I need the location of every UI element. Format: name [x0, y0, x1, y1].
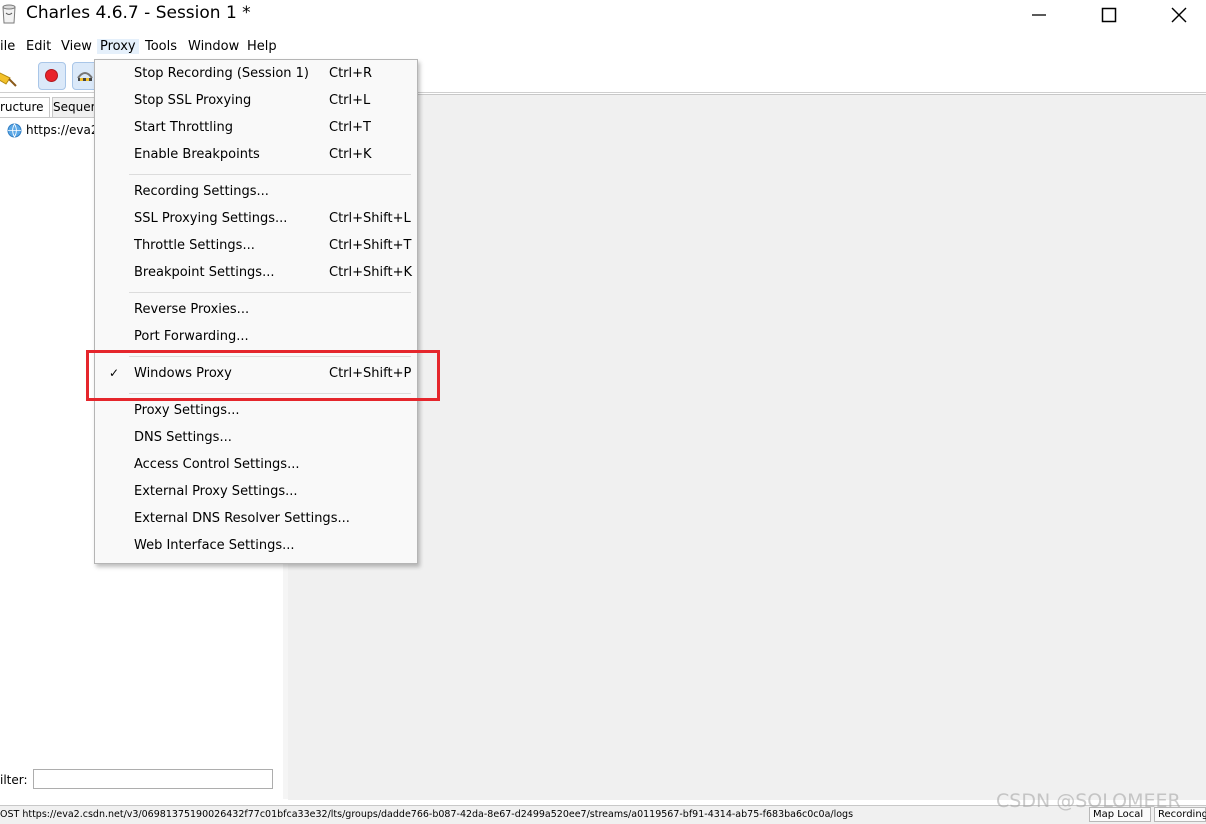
menu-separator — [129, 174, 411, 175]
menu-item-reverse-proxies[interactable]: Reverse Proxies... — [95, 298, 417, 324]
minimize-icon — [1032, 14, 1046, 16]
menu-item-throttle-settings[interactable]: Throttle Settings... Ctrl+Shift+T — [95, 234, 417, 260]
menu-window[interactable]: Window — [185, 39, 242, 54]
watermark: CSDN @SOLOMEER — [996, 790, 1181, 812]
menu-item-enable-breakpoints[interactable]: Enable Breakpoints Ctrl+K — [95, 143, 417, 169]
title-bar: Charles 4.6.7 - Session 1 * — [0, 0, 1206, 34]
status-text: OST https://eva2.csdn.net/v3/06981375190… — [0, 809, 854, 820]
tree-item[interactable]: https://eva2 — [0, 121, 99, 139]
menu-separator — [129, 292, 411, 293]
menu-proxy[interactable]: Proxy — [97, 39, 139, 54]
close-icon — [1171, 7, 1187, 23]
broom-icon[interactable] — [0, 64, 18, 90]
menu-edit[interactable]: Edit — [23, 39, 54, 54]
tab-structure[interactable]: ructure — [0, 97, 50, 117]
detail-panel — [288, 94, 1206, 800]
tree-item-label: https://eva2 — [26, 123, 99, 137]
record-button[interactable] — [38, 62, 66, 90]
globe-icon — [7, 122, 22, 138]
window-title: Charles 4.6.7 - Session 1 * — [26, 3, 251, 23]
menu-item-web-interface-settings[interactable]: Web Interface Settings... — [95, 534, 417, 560]
menu-help[interactable]: Help — [244, 39, 280, 54]
menu-item-breakpoint-settings[interactable]: Breakpoint Settings... Ctrl+Shift+K — [95, 261, 417, 287]
menu-item-ssl-proxying-settings[interactable]: SSL Proxying Settings... Ctrl+Shift+L — [95, 207, 417, 233]
menu-item-proxy-settings[interactable]: Proxy Settings... — [95, 399, 417, 425]
charles-app-icon — [2, 4, 16, 24]
menu-item-external-proxy-settings[interactable]: External Proxy Settings... — [95, 480, 417, 506]
filter-input[interactable] — [33, 769, 273, 789]
menu-item-port-forwarding[interactable]: Port Forwarding... — [95, 325, 417, 351]
annotation-highlight-box — [86, 350, 440, 401]
proxy-menu: Stop Recording (Session 1) Ctrl+R Stop S… — [94, 59, 418, 564]
minimize-button[interactable] — [1004, 0, 1074, 30]
menu-bar: ile Edit View Proxy Tools Window Help — [0, 36, 1206, 58]
menu-item-recording-settings[interactable]: Recording Settings... — [95, 180, 417, 206]
maximize-icon — [1101, 7, 1117, 23]
menu-file[interactable]: ile — [0, 39, 18, 54]
filter-label: ilter: — [0, 773, 28, 787]
menu-view[interactable]: View — [58, 39, 95, 54]
menu-item-dns-settings[interactable]: DNS Settings... — [95, 426, 417, 452]
record-icon — [45, 69, 58, 82]
close-button[interactable] — [1144, 0, 1206, 30]
maximize-button[interactable] — [1074, 0, 1144, 30]
menu-tools[interactable]: Tools — [142, 39, 180, 54]
menu-item-external-dns-resolver-settings[interactable]: External DNS Resolver Settings... — [95, 507, 417, 533]
menu-item-start-throttling[interactable]: Start Throttling Ctrl+T — [95, 116, 417, 142]
menu-item-stop-ssl-proxying[interactable]: Stop SSL Proxying Ctrl+L — [95, 89, 417, 115]
menu-item-access-control-settings[interactable]: Access Control Settings... — [95, 453, 417, 479]
menu-item-stop-recording[interactable]: Stop Recording (Session 1) Ctrl+R — [95, 62, 417, 88]
